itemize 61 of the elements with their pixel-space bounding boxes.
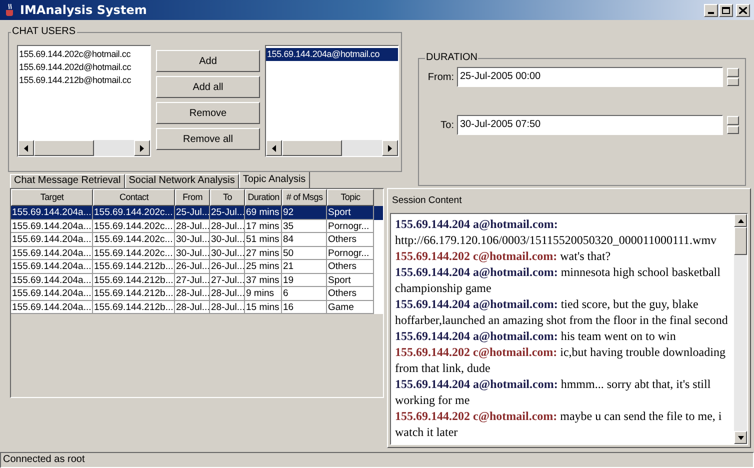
- tab[interactable]: Chat Message Retrieval: [10, 174, 125, 188]
- user-list-item[interactable]: 155.69.144.204a@hotmail.co: [266, 48, 398, 61]
- table-cell: 28-Jul...: [210, 300, 245, 314]
- chat-message: 155.69.144.202 c@hotmail.com: wat's that?: [395, 248, 612, 264]
- tab[interactable]: Social Network Analysis: [124, 174, 239, 188]
- table-row[interactable]: 155.69.144.204a... 155.69.144.212b... 27-Jul...27-Jul...37 mins 19 Sport: [11, 274, 383, 287]
- scroll-up-icon[interactable]: [738, 218, 744, 222]
- column-header[interactable]: From: [175, 189, 210, 206]
- table-row[interactable]: 155.69.144.204a... 155.69.144.212b... 26-Jul...26-Jul...25 mins 21 Others: [11, 260, 383, 274]
- minimize-icon[interactable]: [704, 4, 718, 16]
- window-title: IMAnalysis System: [20, 2, 147, 19]
- column-header[interactable]: To: [210, 189, 245, 206]
- status-bar: Connected as root: [0, 452, 754, 468]
- table-row[interactable]: 155.69.144.204a... 155.69.144.212b... 28-Jul...28-Jul...15 mins 16 Game: [11, 300, 383, 314]
- horizontal-scrollbar[interactable]: [18, 140, 150, 156]
- panel-title: Session Content: [392, 194, 462, 208]
- scroll-left-icon[interactable]: [18, 140, 34, 156]
- list-action-button[interactable]: Add: [156, 50, 260, 72]
- user-list-item[interactable]: 155.69.144.202d@hotmail.cc: [18, 61, 150, 74]
- vertical-scrollbar[interactable]: [734, 214, 747, 444]
- scroll-down-icon[interactable]: [738, 436, 744, 440]
- chat-message: 155.69.144.204 a@hotmail.com: his team went on to win: [395, 328, 677, 344]
- coffee-cup-icon: [4, 3, 16, 17]
- scroll-thumb[interactable]: [734, 227, 747, 255]
- table-cell: 15 mins: [245, 300, 282, 314]
- scroll-thumb[interactable]: [34, 140, 94, 156]
- table-cell: 155.69.144.212b...: [93, 300, 175, 314]
- scroll-right-icon[interactable]: [382, 140, 398, 156]
- date-label: To:: [440, 118, 455, 132]
- table-row[interactable]: 155.69.144.204a... 155.69.144.212b... 28-Jul...28-Jul...9 mins 6 Others: [11, 287, 383, 300]
- user-list-item[interactable]: 155.69.144.202c@hotmail.cc: [18, 48, 150, 61]
- user-list-item[interactable]: 155.69.144.212b@hotmail.cc: [18, 74, 150, 87]
- list-action-button[interactable]: Add all: [156, 76, 260, 98]
- date-field[interactable]: 30-Jul-2005 07:50: [457, 115, 723, 135]
- tab[interactable]: Topic Analysis: [238, 171, 310, 188]
- column-header[interactable]: Duration: [245, 189, 282, 206]
- column-header[interactable]: Target: [11, 189, 93, 206]
- list-action-button[interactable]: Remove all: [156, 128, 260, 150]
- spinner-arrows-icon[interactable]: [727, 68, 739, 86]
- table-cell: Game: [327, 300, 374, 314]
- close-icon[interactable]: [736, 4, 750, 16]
- table-row[interactable]: 155.69.144.204a... 155.69.144.202c... 30-Jul...30-Jul...27 mins 50 Pornogr...: [11, 246, 383, 260]
- spinner-arrows-icon[interactable]: [727, 116, 739, 134]
- horizontal-scrollbar[interactable]: [266, 140, 398, 156]
- maximize-icon[interactable]: [719, 4, 733, 16]
- date-field[interactable]: 25-Jul-2005 00:00: [457, 67, 723, 87]
- column-header[interactable]: Topic: [327, 189, 374, 206]
- table-cell: 28-Jul...: [175, 300, 210, 314]
- table-row[interactable]: 155.69.144.204a... 155.69.144.202c... 28-Jul...28-Jul...17 mins 35 Pornogr...: [11, 220, 383, 233]
- table-row[interactable]: 155.69.144.204a... 155.69.144.202c... 25-Jul...25-Jul...69 mins 92 Sport: [11, 206, 383, 220]
- column-header[interactable]: Contact: [93, 189, 175, 206]
- table-cell: 16: [282, 300, 327, 314]
- scroll-left-icon[interactable]: [266, 140, 282, 156]
- column-header[interactable]: # of Msgs: [282, 189, 327, 206]
- table-cell: 155.69.144.204a...: [11, 300, 93, 314]
- list-action-button[interactable]: Remove: [156, 102, 260, 124]
- scroll-right-icon[interactable]: [134, 140, 150, 156]
- chat-message: 155.69.144.202 c@hotmail.com: maybe u can send the file to me, i watch it later: [395, 408, 723, 440]
- date-label: From:: [426, 70, 455, 84]
- scroll-thumb[interactable]: [282, 140, 342, 156]
- table-row[interactable]: 155.69.144.204a... 155.69.144.202c... 30-Jul...30-Jul...51 mins 84 Others: [11, 233, 383, 246]
